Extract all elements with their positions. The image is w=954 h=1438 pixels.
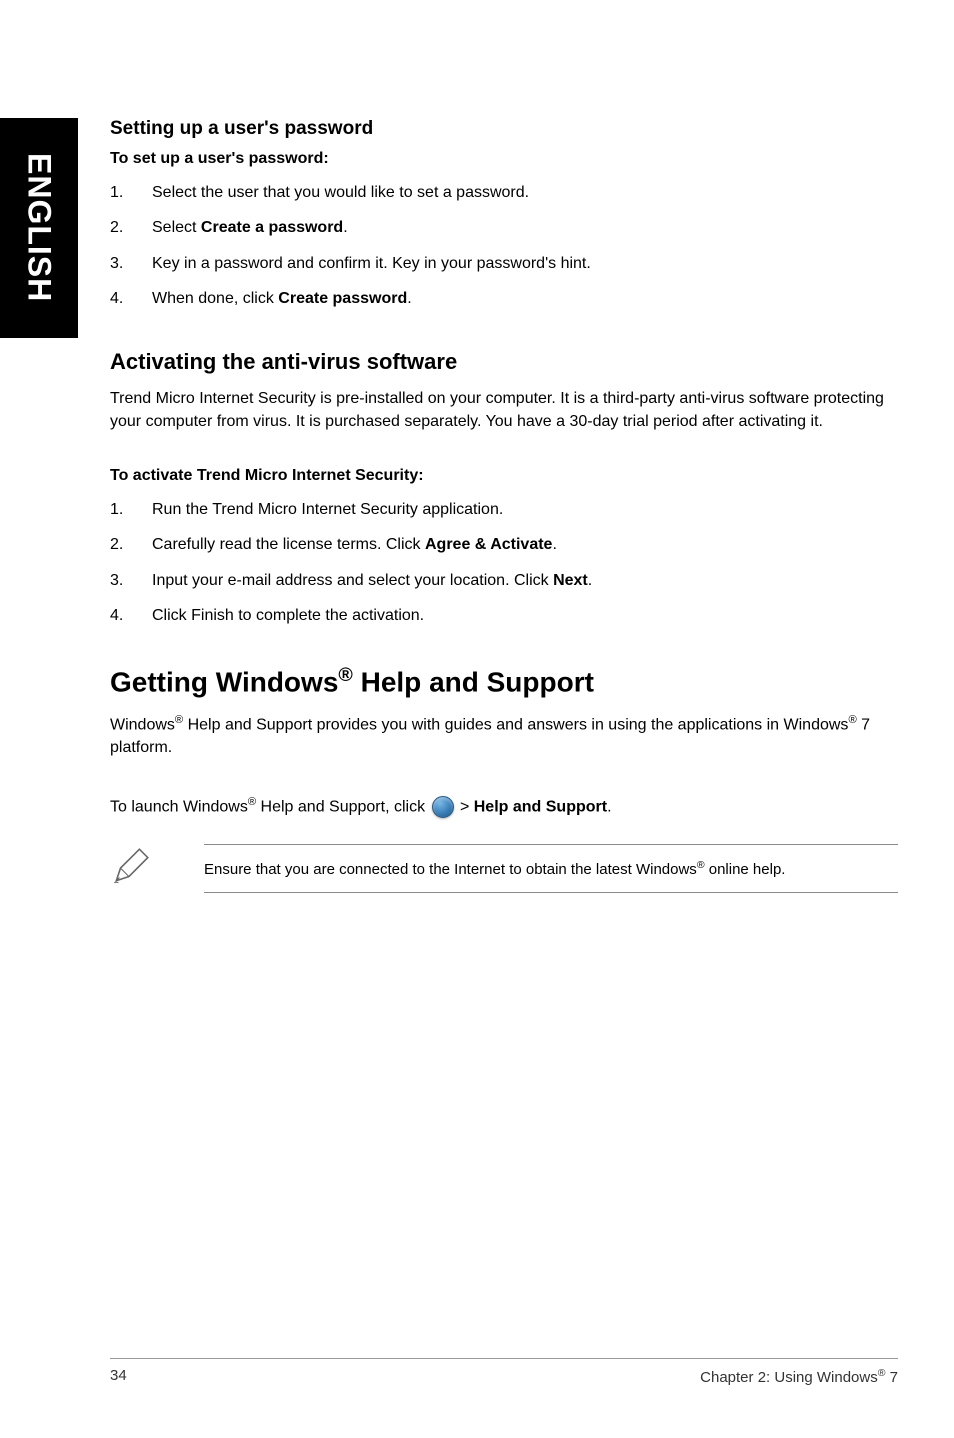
launch-instruction: To launch Windows® Help and Support, cli…: [110, 794, 898, 819]
page-number: 34: [110, 1367, 127, 1386]
step-text: Select Create a password.: [152, 217, 348, 239]
chapter-label: Chapter 2: Using Windows® 7: [700, 1367, 898, 1386]
step-number: 2.: [110, 217, 152, 239]
section2-intro: Trend Micro Internet Security is pre-ins…: [110, 387, 898, 433]
list-item: 4. Click Finish to complete the activati…: [110, 605, 898, 627]
list-item: 4. When done, click Create password.: [110, 288, 898, 310]
section3-intro: Windows® Help and Support provides you w…: [110, 712, 898, 760]
pencil-note-icon: [110, 845, 152, 892]
step-text: Key in a password and confirm it. Key in…: [152, 253, 591, 275]
list-item: 3. Key in a password and confirm it. Key…: [110, 253, 898, 275]
section2-steps: 1. Run the Trend Micro Internet Security…: [110, 499, 898, 628]
section1-instruction-heading: To set up a user's password:: [110, 150, 898, 168]
language-label: ENGLISH: [21, 153, 58, 302]
main-content: Setting up a user's password To set up a…: [110, 118, 898, 893]
step-number: 3.: [110, 570, 152, 592]
list-item: 2. Carefully read the license terms. Cli…: [110, 534, 898, 556]
step-text: Input your e-mail address and select you…: [152, 570, 592, 592]
section2-heading: Activating the anti-virus software: [110, 349, 898, 375]
step-number: 4.: [110, 288, 152, 310]
section3-heading: Getting Windows® Help and Support: [110, 664, 898, 698]
step-text: Select the user that you would like to s…: [152, 182, 529, 204]
windows-start-icon: [432, 796, 454, 818]
language-sidebar-tab: ENGLISH: [0, 118, 78, 338]
step-number: 1.: [110, 182, 152, 204]
step-number: 1.: [110, 499, 152, 521]
list-item: 3. Input your e-mail address and select …: [110, 570, 898, 592]
step-number: 3.: [110, 253, 152, 275]
note-block: Ensure that you are connected to the Int…: [110, 844, 898, 893]
note-text: Ensure that you are connected to the Int…: [204, 844, 898, 893]
list-item: 1. Run the Trend Micro Internet Security…: [110, 499, 898, 521]
step-number: 4.: [110, 605, 152, 627]
page-footer: 34 Chapter 2: Using Windows® 7: [110, 1358, 898, 1386]
section1-heading: Setting up a user's password: [110, 118, 898, 140]
step-text: Click Finish to complete the activation.: [152, 605, 424, 627]
list-item: 1. Select the user that you would like t…: [110, 182, 898, 204]
section1-steps: 1. Select the user that you would like t…: [110, 182, 898, 311]
step-text: When done, click Create password.: [152, 288, 412, 310]
step-text: Carefully read the license terms. Click …: [152, 534, 557, 556]
section2-instruction-heading: To activate Trend Micro Internet Securit…: [110, 467, 898, 485]
step-number: 2.: [110, 534, 152, 556]
list-item: 2. Select Create a password.: [110, 217, 898, 239]
step-text: Run the Trend Micro Internet Security ap…: [152, 499, 503, 521]
